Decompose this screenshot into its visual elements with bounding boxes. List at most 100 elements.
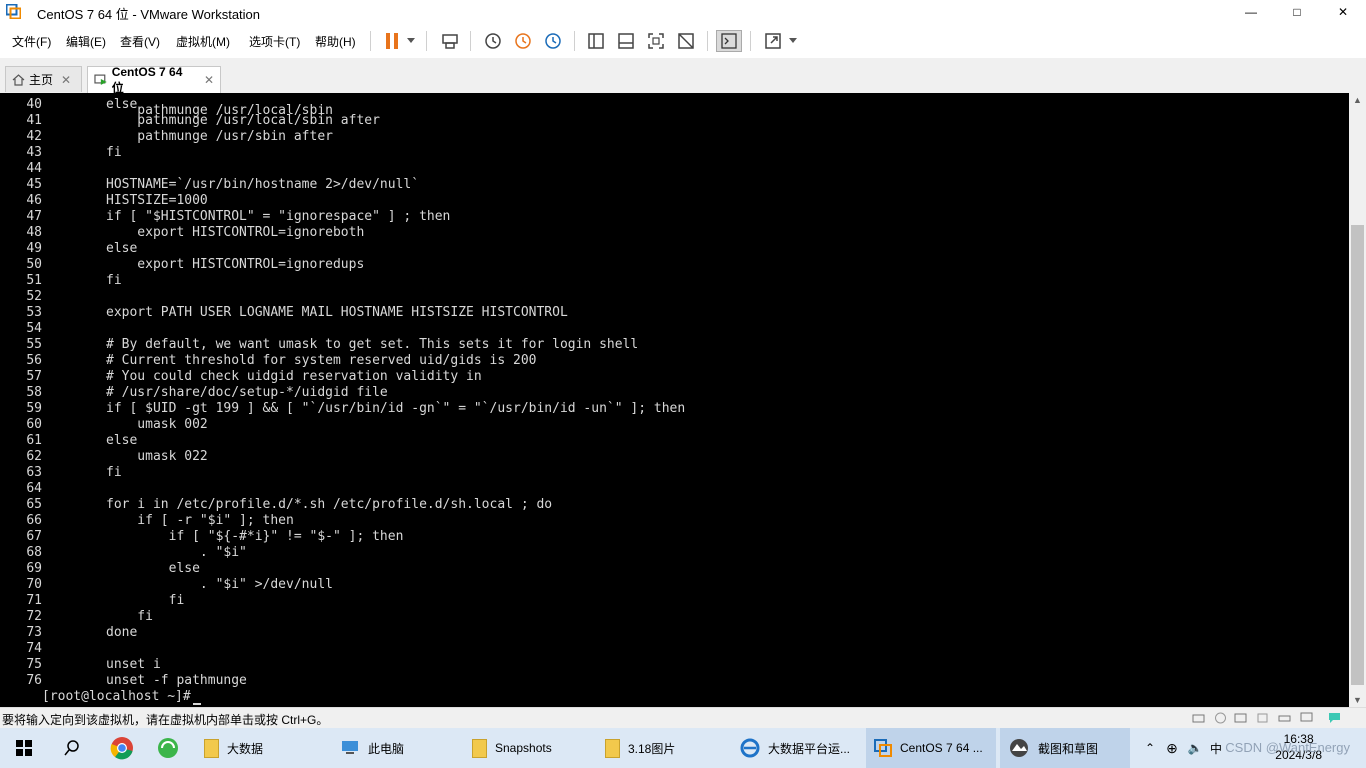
taskbar-item[interactable]: 大数据: [196, 728, 326, 768]
menu-view[interactable]: 查看(V): [120, 33, 160, 50]
browser-360-icon: [158, 738, 178, 758]
console-line: 55 # By default, we want umask to get set…: [0, 337, 1300, 353]
console-view-icon[interactable]: [716, 30, 742, 52]
pause-icon[interactable]: [380, 30, 404, 52]
console-line: 63 fi: [0, 465, 1300, 481]
search-icon: [64, 740, 79, 756]
revert-snapshot-icon[interactable]: [511, 30, 535, 52]
code-text: if [ "${-#*i}" != "$-" ]; then: [106, 529, 404, 544]
home-icon: [12, 73, 25, 86]
thumbnail-bar-icon[interactable]: [614, 30, 638, 52]
message-log-icon[interactable]: [1328, 712, 1341, 724]
taskbar-item[interactable]: Snapshots: [464, 728, 594, 768]
code-text: done: [106, 625, 138, 640]
chevron-down-icon[interactable]: [786, 30, 800, 52]
full-screen-icon[interactable]: [644, 30, 668, 52]
line-number: 57: [26, 369, 42, 384]
cd-drive-icon[interactable]: [1214, 712, 1227, 724]
chrome-pin[interactable]: [98, 728, 146, 768]
console-line: 54: [0, 321, 1300, 337]
console-line: 46 HISTSIZE=1000: [0, 193, 1300, 209]
console-line: 59 if [ $UID -gt 199 ] && [ "`/usr/bin/id…: [0, 401, 1300, 417]
taskbar-item[interactable]: 大数据平台运...: [734, 728, 864, 768]
snip-sketch-icon: [1010, 739, 1028, 757]
menu-edit[interactable]: 编辑(E): [66, 33, 106, 50]
chevron-down-icon[interactable]: [404, 30, 418, 52]
code-text: fi: [106, 273, 122, 288]
usb-icon[interactable]: [1256, 712, 1269, 724]
line-number: 51: [26, 273, 42, 288]
close-button[interactable]: ✕: [1320, 0, 1366, 24]
vm-running-icon: [94, 74, 107, 85]
console-line: 40 else: [0, 97, 1300, 113]
stretch-guest-icon[interactable]: [761, 30, 785, 52]
chevron-up-icon[interactable]: ⌃: [1140, 741, 1160, 755]
line-number: 54: [26, 321, 42, 336]
taskbar-item[interactable]: 3.18图片: [597, 728, 727, 768]
close-icon[interactable]: ✕: [204, 73, 214, 87]
menu-help[interactable]: 帮助(H): [315, 33, 356, 50]
scrollbar-thumb[interactable]: [1351, 225, 1364, 685]
maximize-button[interactable]: □: [1274, 0, 1320, 24]
browser-360-pin[interactable]: [146, 728, 190, 768]
tab-home[interactable]: 主页 ✕: [5, 66, 82, 92]
taskbar-item[interactable]: 此电脑: [334, 728, 464, 768]
console-line: 67 if [ "${-#*i}" != "$-" ]; then: [0, 529, 1300, 545]
ime-icon[interactable]: 中: [1206, 740, 1226, 757]
printer-icon[interactable]: [1278, 712, 1291, 724]
line-number: 58: [26, 385, 42, 400]
snapshot-manager-icon[interactable]: [541, 30, 565, 52]
minimize-button[interactable]: —: [1228, 0, 1274, 24]
menu-file[interactable]: 文件(F): [12, 33, 51, 50]
menu-vm[interactable]: 虚拟机(M): [176, 33, 230, 50]
taskbar-item[interactable]: 截图和草图: [1000, 728, 1130, 768]
console-line: 70 . "$i" >/dev/null: [0, 577, 1300, 593]
snapshot-icon[interactable]: [481, 30, 505, 52]
folder-icon: [605, 738, 620, 758]
console-line: 73 done: [0, 625, 1300, 641]
display-icon[interactable]: [1300, 712, 1313, 724]
volume-icon[interactable]: 🔈: [1184, 741, 1206, 755]
network-icon[interactable]: ⊕: [1160, 740, 1184, 757]
vertical-scrollbar[interactable]: ▲ ▼: [1349, 93, 1366, 707]
scroll-up-icon[interactable]: ▲: [1353, 95, 1362, 105]
search-button[interactable]: [48, 728, 96, 768]
vm-console[interactable]: 39 pathmunge /usr/local/sbin 40else41 pa…: [0, 93, 1349, 707]
taskbar-item-label: 大数据平台运...: [768, 741, 851, 756]
close-icon[interactable]: ✕: [61, 73, 71, 87]
menu-tabs[interactable]: 选项卡(T): [249, 33, 300, 50]
code-text: pathmunge /usr/sbin after: [106, 129, 333, 144]
code-text: if [ -r "$i" ]; then: [106, 513, 294, 528]
line-number: 46: [26, 193, 42, 208]
line-number: 64: [26, 481, 42, 496]
start-button[interactable]: [0, 728, 48, 768]
code-text: fi: [106, 609, 153, 624]
taskbar-item-label: 此电脑: [368, 741, 405, 756]
console-line: 52: [0, 289, 1300, 305]
hard-disk-icon[interactable]: [1192, 712, 1205, 724]
sidebar-toggle-icon[interactable]: [584, 30, 608, 52]
taskbar-item[interactable]: CentOS 7 64 ...: [866, 728, 996, 768]
console-line: 64: [0, 481, 1300, 497]
tab-bar: 主页 ✕ CentOS 7 64 位 ✕: [0, 58, 1366, 95]
line-number: 47: [26, 209, 42, 224]
console-line: 57 # You could check uidgid reservation v…: [0, 369, 1300, 385]
scroll-down-icon[interactable]: ▼: [1353, 695, 1362, 705]
console-line: 49 else: [0, 241, 1300, 257]
taskbar-item-label: 大数据: [227, 741, 264, 756]
tab-vm[interactable]: CentOS 7 64 位 ✕: [87, 65, 221, 95]
text-cursor: [192, 703, 201, 705]
code-text: fi: [106, 145, 122, 160]
code-text: else: [106, 561, 200, 576]
send-ctrl-alt-del-icon[interactable]: [438, 30, 462, 52]
unity-mode-icon[interactable]: [674, 30, 698, 52]
console-line: 65 for i in /etc/profile.d/*.sh /etc/prof…: [0, 497, 1300, 513]
toolbar-divider: [574, 31, 575, 51]
network-adapter-icon[interactable]: [1234, 712, 1247, 724]
console-line: 53 export PATH USER LOGNAME MAIL HOSTNAME…: [0, 305, 1300, 321]
line-number: 60: [26, 417, 42, 432]
shell-prompt-line: [root@localhost ~]#: [0, 689, 400, 705]
line-number: 69: [26, 561, 42, 576]
code-text: if [ "$HISTCONTROL" = "ignorespace" ] ; …: [106, 209, 451, 224]
line-number: 74: [26, 641, 42, 656]
